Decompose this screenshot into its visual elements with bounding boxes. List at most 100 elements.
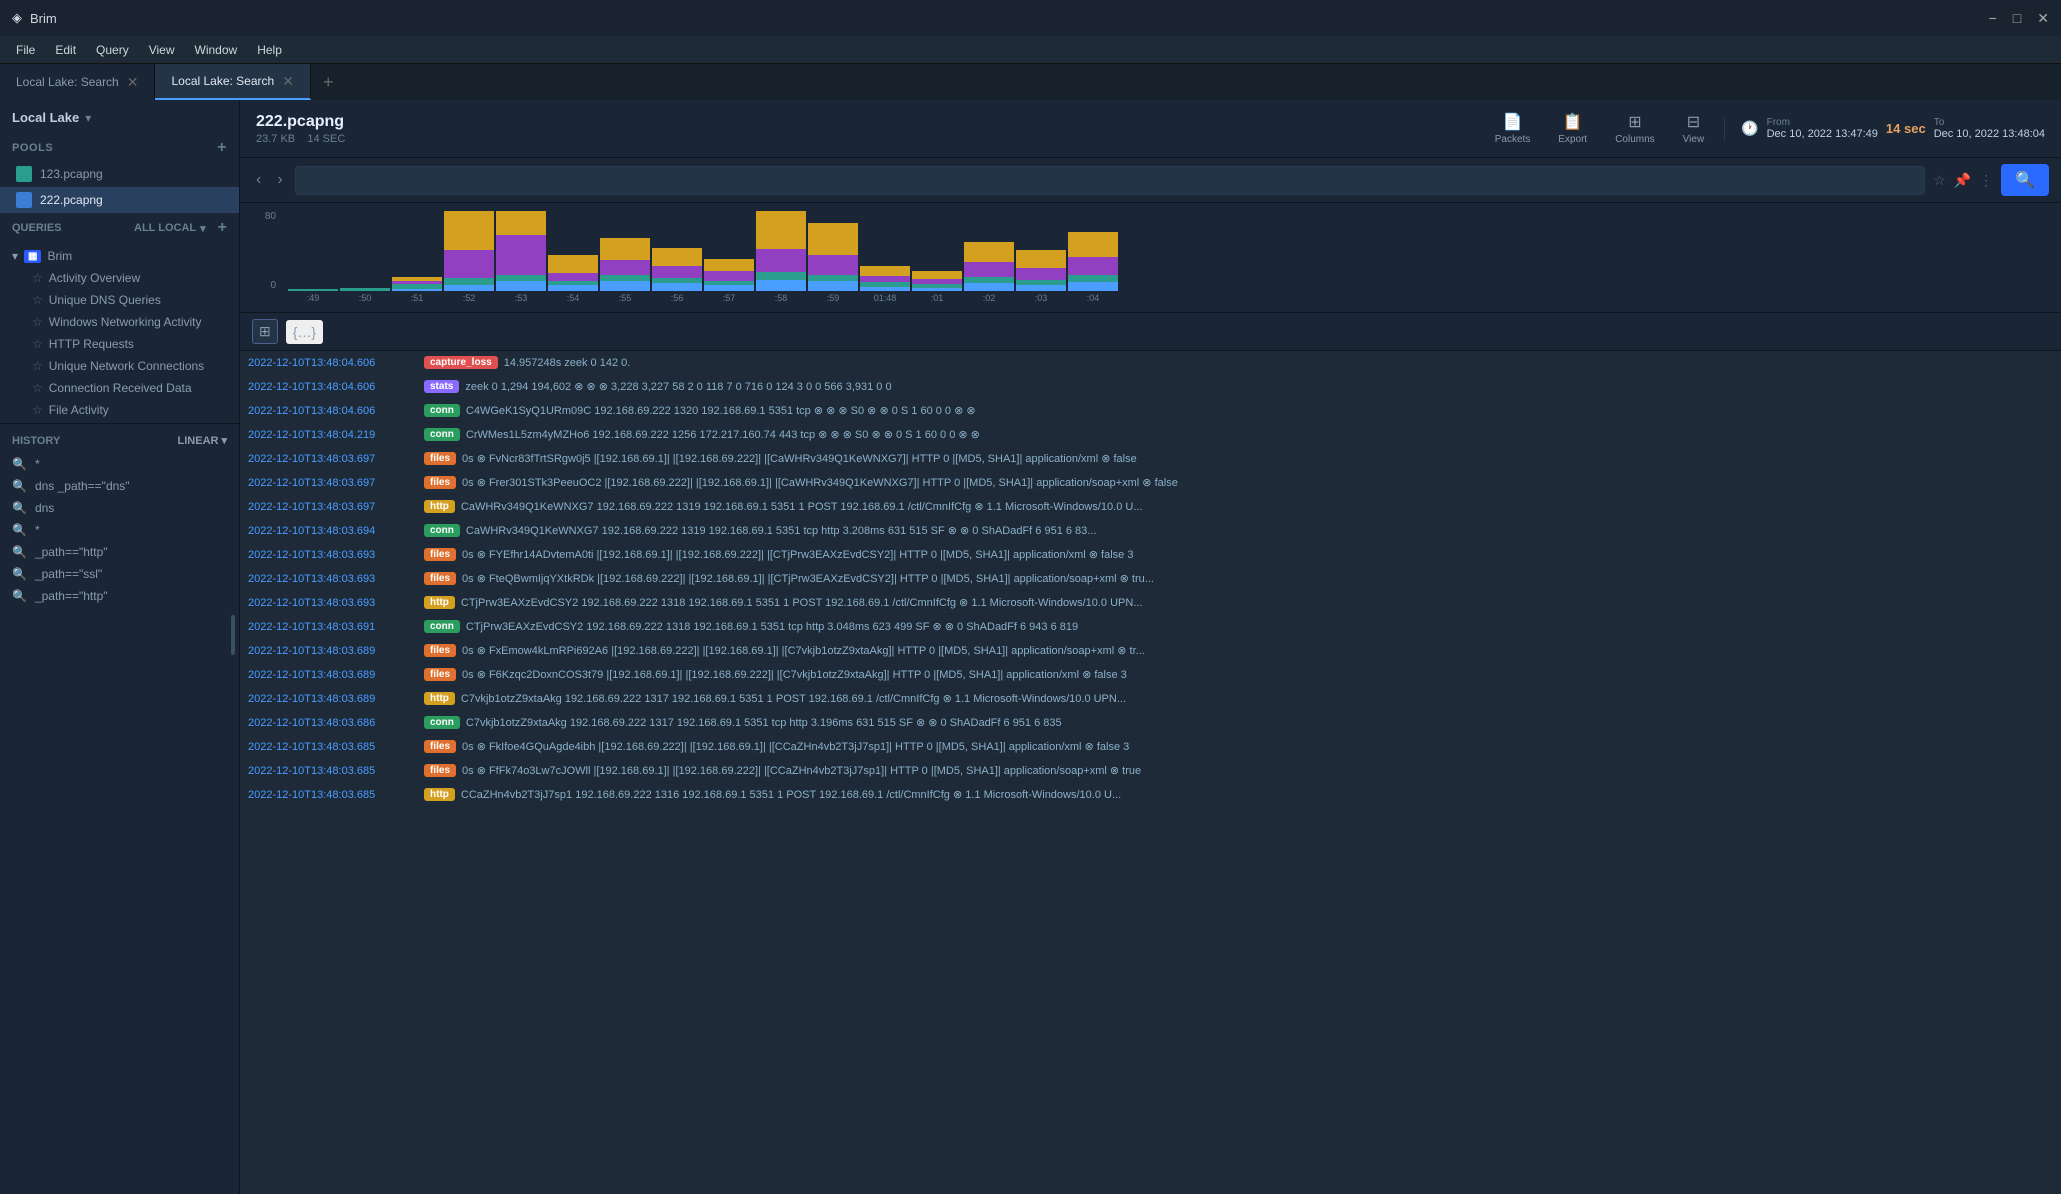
nav-back-button[interactable]: ‹ (252, 169, 265, 191)
table-row[interactable]: 2022-12-10T13:48:04.606statszeek 0 1,294… (240, 375, 2061, 399)
queries-chevron: ▾ (200, 222, 206, 235)
menu-window[interactable]: Window (187, 41, 246, 59)
pin-icon[interactable]: 📌 (1954, 172, 1971, 189)
sidebar-scrollbar[interactable] (231, 615, 235, 655)
time-duration-value: 14 sec (1886, 121, 1926, 136)
search-input[interactable] (295, 166, 1925, 195)
menu-view[interactable]: View (141, 41, 183, 59)
json-view-button[interactable]: {…} (286, 320, 323, 344)
table-row[interactable]: 2022-12-10T13:48:03.689files0s ⊗ FxEmow4… (240, 639, 2061, 663)
table-row[interactable]: 2022-12-10T13:48:04.606connC4WGeK1SyQ1UR… (240, 399, 2061, 423)
table-row[interactable]: 2022-12-10T13:48:03.686connC7vkjb1otzZ9x… (240, 711, 2061, 735)
table-row[interactable]: 2022-12-10T13:48:03.685files0s ⊗ FkIfoe4… (240, 735, 2061, 759)
brim-group-header[interactable]: ▾ ▦ Brim (0, 245, 239, 267)
maximize-button[interactable]: □ (2013, 10, 2021, 27)
tab-1[interactable]: Local Lake: Search ✕ (0, 64, 155, 100)
star-connection-received[interactable]: ☆ (32, 381, 43, 395)
menu-file[interactable]: File (8, 41, 43, 59)
table-row[interactable]: 2022-12-10T13:48:03.694connCaWHRv349Q1Ke… (240, 519, 2061, 543)
table-row[interactable]: 2022-12-10T13:48:03.689 files 0s ⊗ F6Kzqc2… (240, 663, 2061, 687)
star-unique-dns[interactable]: ☆ (32, 293, 43, 307)
search-execute-button[interactable]: 🔍 (2001, 164, 2049, 196)
row-badge: files (424, 476, 456, 489)
history-item-3[interactable]: 🔍 * (0, 519, 239, 541)
pool-icon-222 (16, 192, 32, 208)
row-badge: capture_loss (424, 356, 498, 369)
row-timestamp: 2022-12-10T13:48:03.697 (248, 453, 418, 465)
star-file-activity[interactable]: ☆ (32, 403, 43, 417)
table-row[interactable]: 2022-12-10T13:48:03.685httpCCaZHn4vb2T3j… (240, 783, 2061, 807)
query-activity-overview[interactable]: ☆ Activity Overview (0, 267, 239, 289)
minimize-button[interactable]: − (1989, 10, 1997, 27)
local-lake-header[interactable]: Local Lake ▾ (0, 100, 239, 131)
menu-edit[interactable]: Edit (47, 41, 84, 59)
query-windows-networking[interactable]: ☆ Windows Networking Activity (0, 311, 239, 333)
table-row[interactable]: 2022-12-10T13:48:04.219connCrWMes1L5zm4y… (240, 423, 2061, 447)
query-http-requests[interactable]: ☆ HTTP Requests (0, 333, 239, 355)
tab-2-close[interactable]: ✕ (282, 73, 294, 90)
history-item-0[interactable]: 🔍 * (0, 453, 239, 475)
star-windows-networking[interactable]: ☆ (32, 315, 43, 329)
menu-query[interactable]: Query (88, 41, 137, 59)
table-row[interactable]: 2022-12-10T13:48:04.606capture_loss14.95… (240, 351, 2061, 375)
history-item-6[interactable]: 🔍 _path=="http" (0, 585, 239, 607)
history-item-5[interactable]: 🔍 _path=="ssl" (0, 563, 239, 585)
bookmark-icon[interactable]: ☆ (1933, 172, 1946, 189)
export-button[interactable]: 📋 Export (1550, 108, 1595, 149)
new-tab-button[interactable]: + (311, 72, 346, 93)
row-timestamp: 2022-12-10T13:48:03.693 (248, 549, 418, 561)
history-item-4[interactable]: 🔍 _path=="http" (0, 541, 239, 563)
table-row[interactable]: 2022-12-10T13:48:03.689httpC7vkjb1otzZ9x… (240, 687, 2061, 711)
chart-bar-group-0 (288, 211, 338, 291)
star-unique-network[interactable]: ☆ (32, 359, 43, 373)
data-table[interactable]: 2022-12-10T13:48:04.606capture_loss14.95… (240, 351, 2061, 1194)
table-row[interactable]: 2022-12-10T13:48:03.697files0s ⊗ Frer301… (240, 471, 2061, 495)
chart-bar-group-1 (340, 211, 390, 291)
nav-forward-button[interactable]: › (273, 169, 286, 191)
history-item-1[interactable]: 🔍 dns _path=="dns" (0, 475, 239, 497)
star-activity-overview[interactable]: ☆ (32, 271, 43, 285)
table-row[interactable]: 2022-12-10T13:48:03.697httpCaWHRv349Q1Ke… (240, 495, 2061, 519)
view-button[interactable]: ⊟ View (1675, 108, 1713, 149)
table-row[interactable]: 2022-12-10T13:48:03.697files0s ⊗ FvNcr83… (240, 447, 2061, 471)
grid-view-button[interactable]: ⊞ (252, 319, 278, 344)
pool-123pcapng[interactable]: 123.pcapng (0, 161, 239, 187)
queries-controls[interactable]: All Local ▾ + (134, 219, 227, 237)
time-to-block[interactable]: To Dec 10, 2022 13:48:04 (1934, 117, 2045, 140)
row-badge: files (424, 668, 456, 681)
history-item-2[interactable]: 🔍 dns (0, 497, 239, 519)
table-row[interactable]: 2022-12-10T13:48:03.693files0s ⊗ FYEfhr1… (240, 543, 2061, 567)
table-row[interactable]: 2022-12-10T13:48:03.685files0s ⊗ FfFk74o… (240, 759, 2061, 783)
tab-2[interactable]: Local Lake: Search ✕ (155, 64, 310, 100)
add-pool-button[interactable]: + (217, 139, 227, 157)
history-mode-selector[interactable]: Linear ▾ (178, 434, 227, 447)
pool-222pcapng[interactable]: 222.pcapng (0, 187, 239, 213)
close-button[interactable]: ✕ (2037, 10, 2049, 27)
window-controls[interactable]: − □ ✕ (1989, 10, 2049, 27)
pool-name-123: 123.pcapng (40, 167, 103, 181)
brim-query-group: ▾ ▦ Brim ☆ Activity Overview ☆ Unique DN… (0, 243, 239, 423)
packets-button[interactable]: 📄 Packets (1487, 108, 1539, 149)
table-row[interactable]: 2022-12-10T13:48:03.691connCTjPrw3EAXzEv… (240, 615, 2061, 639)
add-query-button[interactable]: + (218, 219, 227, 237)
x-label-6: :55 (600, 291, 650, 303)
tab-1-close[interactable]: ✕ (127, 74, 139, 91)
table-row[interactable]: 2022-12-10T13:48:03.693files0s ⊗ FteQBwm… (240, 567, 2061, 591)
tab-2-label: Local Lake: Search (171, 74, 274, 88)
query-unique-network[interactable]: ☆ Unique Network Connections (0, 355, 239, 377)
bar-seg-yellow-4 (496, 211, 546, 235)
row-fields: 0s ⊗ F6Kzqc2DoxnCOS3t79 |[192.168.69.1]|… (462, 668, 1127, 681)
query-connection-received[interactable]: ☆ Connection Received Data (0, 377, 239, 399)
row-timestamp: 2022-12-10T13:48:03.689 (248, 669, 418, 681)
bar-seg-teal-3 (444, 278, 494, 285)
menu-help[interactable]: Help (249, 41, 290, 59)
columns-button[interactable]: ⊞ Columns (1607, 108, 1662, 149)
row-fields: 0s ⊗ FxEmow4kLmRPi692A6 |[192.168.69.222… (462, 644, 1145, 657)
table-row[interactable]: 2022-12-10T13:48:03.693httpCTjPrw3EAXzEv… (240, 591, 2061, 615)
star-http-requests[interactable]: ☆ (32, 337, 43, 351)
more-options-icon[interactable]: ⋮ (1979, 172, 1993, 189)
query-file-activity[interactable]: ☆ File Activity (0, 399, 239, 421)
row-badge: stats (424, 380, 459, 393)
query-unique-dns[interactable]: ☆ Unique DNS Queries (0, 289, 239, 311)
time-from-block[interactable]: From Dec 10, 2022 13:47:49 (1767, 117, 1878, 140)
